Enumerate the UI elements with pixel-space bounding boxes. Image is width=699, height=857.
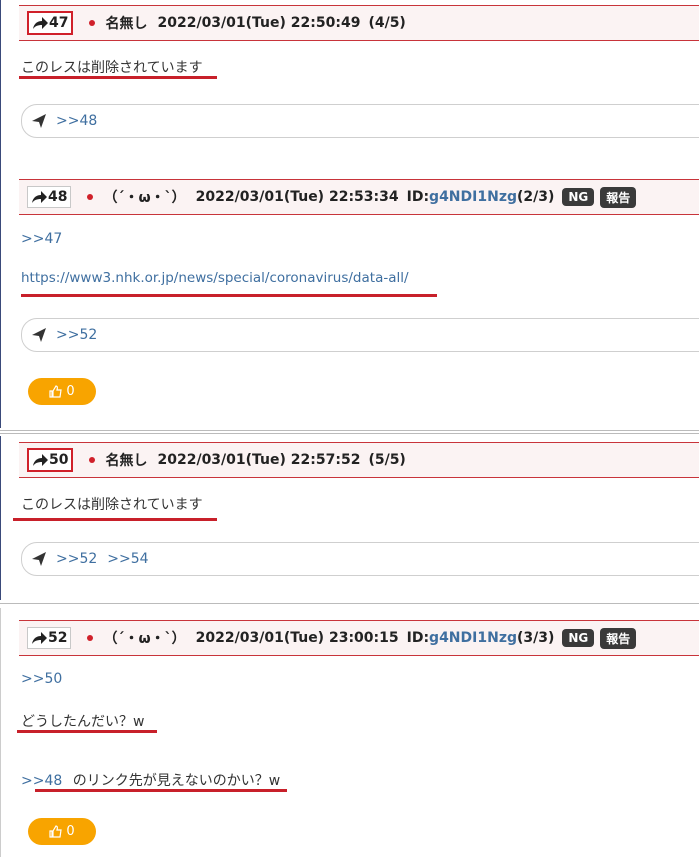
paper-plane-icon bbox=[32, 114, 46, 128]
like-count: 0 bbox=[66, 384, 75, 399]
poster-name: （´・ω・`） bbox=[103, 190, 186, 206]
post-date: 2022/03/01(Tue) 22:53:34 bbox=[195, 189, 399, 205]
post-header: 48 （´・ω・`） 2022/03/01(Tue) 22:53:34 ID: … bbox=[19, 179, 699, 215]
poster-name: 名無し bbox=[105, 453, 148, 469]
anchor-link[interactable]: >>47 bbox=[21, 231, 62, 247]
highlight-underline bbox=[21, 294, 437, 297]
post-date: 2022/03/01(Tue) 23:00:15 bbox=[195, 630, 399, 646]
anchor-link[interactable]: >>48 bbox=[21, 773, 62, 789]
separator bbox=[0, 600, 699, 608]
share-arrow-icon bbox=[32, 190, 47, 203]
post-body-line: どうしたんだい？w bbox=[21, 714, 145, 730]
reply-link[interactable]: >>48 bbox=[56, 113, 97, 129]
poster-name: （´・ω・`） bbox=[103, 631, 186, 647]
like-button[interactable]: 0 bbox=[28, 378, 96, 405]
res-number-button[interactable]: 52 bbox=[27, 627, 72, 649]
post-panel-2: 50 名無し 2022/03/01(Tue) 22:57:52 (5/5) この… bbox=[0, 436, 699, 600]
reply-list: >>52 >>54 bbox=[21, 542, 699, 576]
share-arrow-icon bbox=[32, 631, 47, 644]
post-body-line: >>48 のリンク先が見えないのかい？w bbox=[21, 773, 281, 789]
highlight-underline bbox=[19, 76, 217, 79]
reply-list: >>52 bbox=[21, 318, 699, 352]
bullet-dot bbox=[89, 457, 96, 463]
bullet-dot bbox=[89, 20, 96, 26]
report-button[interactable]: 報告 bbox=[600, 627, 637, 649]
post-date: 2022/03/01(Tue) 22:57:52 bbox=[157, 452, 361, 468]
post-header: 47 名無し 2022/03/01(Tue) 22:50:49 (4/5) bbox=[19, 5, 699, 41]
post-count: (5/5) bbox=[368, 452, 406, 468]
bullet-dot bbox=[87, 635, 94, 641]
post-count: (3/3) bbox=[516, 630, 555, 646]
anchor-link[interactable]: >>50 bbox=[21, 671, 62, 687]
paper-plane-icon bbox=[32, 552, 46, 566]
post-body: このレスは削除されています bbox=[21, 497, 203, 513]
id-label: ID: bbox=[406, 630, 430, 646]
separator bbox=[0, 428, 699, 436]
reply-link[interactable]: >>52 bbox=[56, 327, 97, 343]
reply-link[interactable]: >>54 bbox=[107, 551, 148, 567]
highlight-underline bbox=[35, 789, 287, 792]
thumbs-up-icon bbox=[49, 385, 63, 398]
report-button[interactable]: 報告 bbox=[600, 186, 637, 208]
user-id-link[interactable]: g4NDI1Nzg bbox=[429, 189, 517, 205]
ng-button[interactable]: NG bbox=[562, 188, 595, 206]
paper-plane-icon bbox=[32, 328, 46, 342]
reply-list: >>48 bbox=[21, 104, 699, 138]
poster-name: 名無し bbox=[105, 16, 148, 32]
share-arrow-icon bbox=[33, 16, 48, 29]
post-count: (2/3) bbox=[516, 189, 555, 205]
url-link[interactable]: https://www3.nhk.or.jp/news/special/coro… bbox=[21, 270, 409, 286]
res-number-button[interactable]: 48 bbox=[27, 186, 72, 208]
ng-button[interactable]: NG bbox=[562, 629, 595, 647]
like-count: 0 bbox=[66, 824, 75, 839]
post-header: 52 （´・ω・`） 2022/03/01(Tue) 23:00:15 ID: … bbox=[19, 620, 699, 656]
like-button[interactable]: 0 bbox=[28, 818, 96, 845]
share-arrow-icon bbox=[33, 453, 48, 466]
post-date: 2022/03/01(Tue) 22:50:49 bbox=[157, 15, 361, 31]
post-header: 50 名無し 2022/03/01(Tue) 22:57:52 (5/5) bbox=[19, 442, 699, 478]
user-id-link[interactable]: g4NDI1Nzg bbox=[429, 630, 517, 646]
reply-link[interactable]: >>52 bbox=[56, 551, 97, 567]
post-panel-1: 47 名無し 2022/03/01(Tue) 22:50:49 (4/5) この… bbox=[0, 0, 699, 428]
highlight-underline bbox=[17, 730, 157, 733]
post-panel-3: 52 （´・ω・`） 2022/03/01(Tue) 23:00:15 ID: … bbox=[0, 608, 699, 857]
res-number-button[interactable]: 47 bbox=[27, 11, 74, 35]
id-label: ID: bbox=[406, 189, 430, 205]
res-number-button[interactable]: 50 bbox=[27, 448, 74, 472]
post-body: このレスは削除されています bbox=[21, 60, 203, 76]
post-count: (4/5) bbox=[368, 15, 406, 31]
bullet-dot bbox=[87, 194, 94, 200]
thumbs-up-icon bbox=[49, 825, 63, 838]
highlight-underline bbox=[13, 518, 217, 521]
